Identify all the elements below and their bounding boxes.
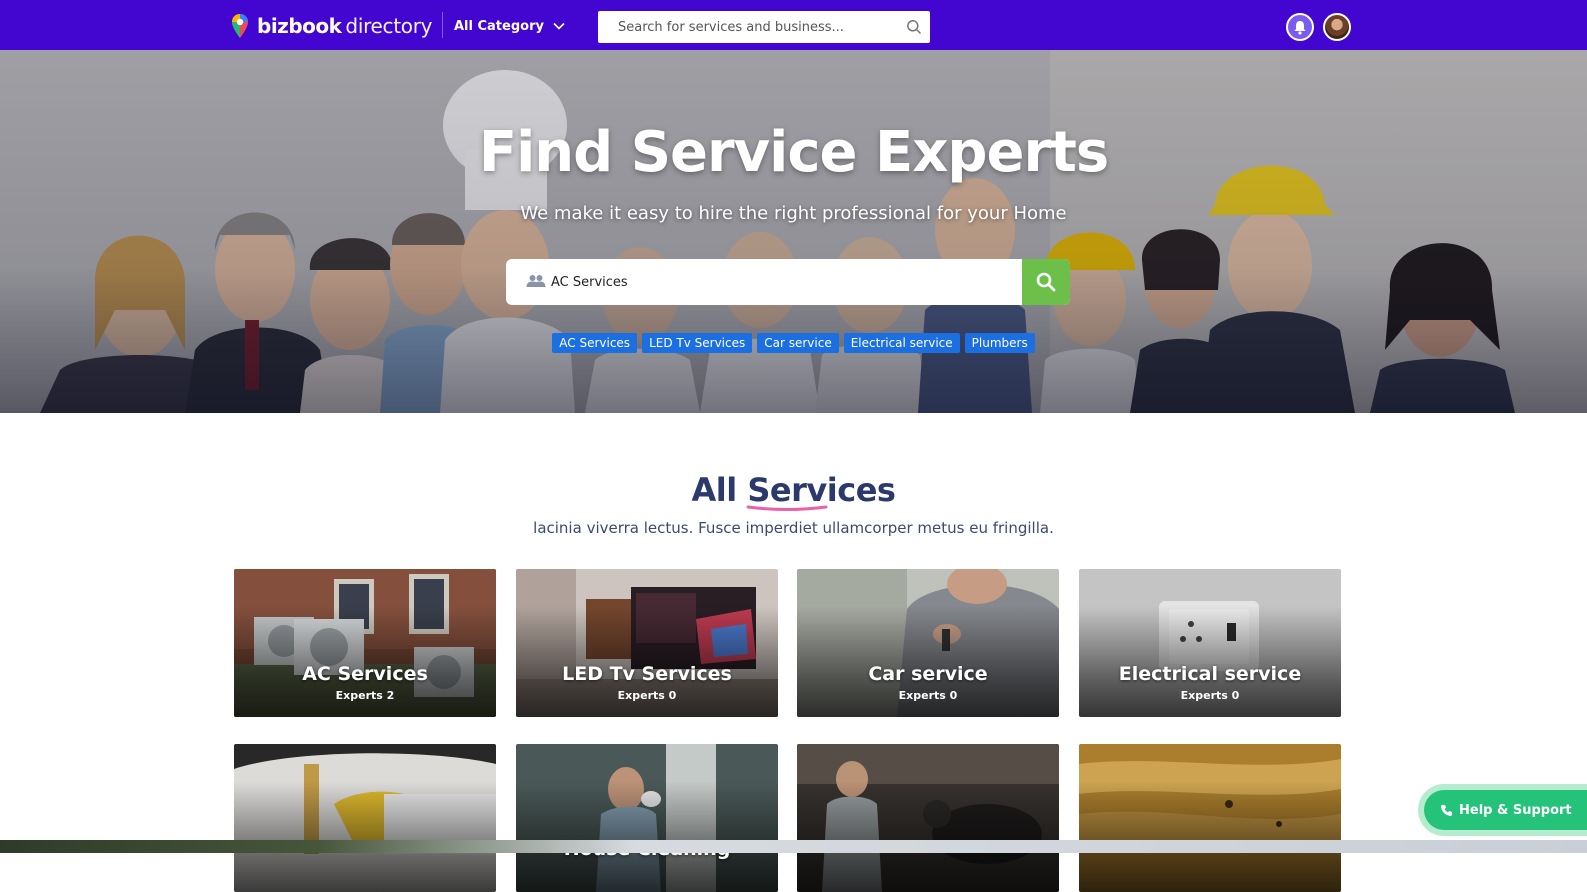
search-icon xyxy=(1036,272,1056,292)
bottom-strip xyxy=(0,840,1587,853)
top-navbar: bizbook directory All Category xyxy=(0,0,1587,50)
card-experts: Experts 2 xyxy=(335,689,395,702)
hero-search-button[interactable] xyxy=(1022,259,1070,305)
section-title-b: Services xyxy=(747,471,896,509)
help-support-label: Help & Support xyxy=(1459,802,1572,818)
card-experts: Experts 0 xyxy=(617,689,677,702)
popular-tags: AC Services LED Tv Services Car service … xyxy=(0,333,1587,353)
tag-ac-services[interactable]: AC Services xyxy=(552,333,638,353)
service-card-workshop[interactable] xyxy=(797,744,1059,892)
service-card-house-cleaning[interactable]: House Cleaning xyxy=(516,744,778,892)
service-card-electrical[interactable]: Electrical service Experts 0 xyxy=(1079,569,1341,717)
logo[interactable]: bizbook directory xyxy=(231,12,433,40)
tag-electrical-service[interactable]: Electrical service xyxy=(843,333,960,353)
logo-secondary-text: directory xyxy=(345,14,433,38)
card-title: LED Tv Services xyxy=(562,663,732,685)
card-overlay xyxy=(797,744,1059,892)
card-title: Electrical service xyxy=(1118,663,1302,685)
section-subtitle: lacinia viverra lectus. Fusce imperdiet … xyxy=(533,519,1054,537)
people-icon xyxy=(526,275,546,287)
category-label: All Category xyxy=(454,18,544,34)
tag-plumbers[interactable]: Plumbers xyxy=(964,333,1035,353)
service-card-led-tv[interactable]: LED Tv Services Experts 0 xyxy=(516,569,778,717)
avatar[interactable] xyxy=(1323,13,1351,41)
service-card-ac[interactable]: AC Services Experts 2 xyxy=(234,569,496,717)
notification-button[interactable] xyxy=(1286,13,1314,41)
top-search-input[interactable] xyxy=(598,11,898,43)
chevron-down-icon xyxy=(553,22,565,30)
title-underline-icon xyxy=(746,505,828,511)
location-pin-icon xyxy=(232,14,248,38)
hero-search-input[interactable] xyxy=(551,259,1021,305)
hero-overlay xyxy=(0,50,1587,413)
card-title: AC Services xyxy=(302,663,428,685)
hero-banner: Find Service Experts We make it easy to … xyxy=(0,50,1587,413)
help-support-button[interactable]: Help & Support xyxy=(1424,790,1587,830)
logo-primary-text: bizbook xyxy=(257,14,342,38)
card-overlay xyxy=(516,744,778,892)
search-icon[interactable] xyxy=(906,19,922,35)
hero-search-box xyxy=(506,259,1070,305)
phone-icon xyxy=(1441,804,1452,816)
card-title: Car service xyxy=(868,663,988,685)
service-card-pest[interactable] xyxy=(1079,744,1341,892)
service-card-plumbing[interactable] xyxy=(234,744,496,892)
hero-title: Find Service Experts xyxy=(478,120,1109,185)
tag-car-service[interactable]: Car service xyxy=(757,333,839,353)
card-experts: Experts 0 xyxy=(1180,689,1240,702)
tag-led-tv-services[interactable]: LED Tv Services xyxy=(642,333,753,353)
section-title-a: All xyxy=(691,471,738,509)
card-experts: Experts 0 xyxy=(898,689,958,702)
divider xyxy=(442,12,443,38)
category-dropdown[interactable]: All Category xyxy=(454,16,565,36)
card-overlay xyxy=(234,744,496,892)
service-card-car[interactable]: Car service Experts 0 xyxy=(797,569,1059,717)
bell-icon xyxy=(1294,20,1306,35)
section-title: All Services xyxy=(0,471,1587,509)
top-search-box xyxy=(598,11,930,43)
card-overlay xyxy=(1079,744,1341,892)
hero-subtitle: We make it easy to hire the right profes… xyxy=(520,203,1067,224)
help-support-widget: Help & Support xyxy=(1418,784,1587,836)
